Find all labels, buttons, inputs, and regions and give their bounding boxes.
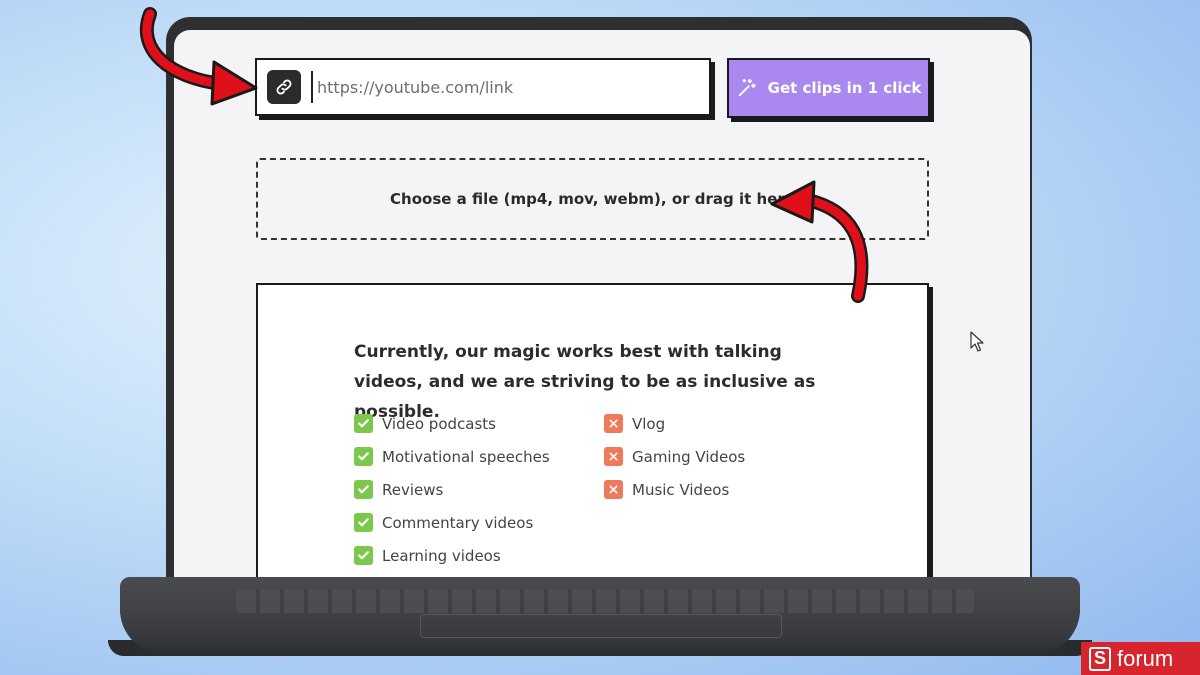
file-dropzone[interactable]: Choose a file (mp4, mov, webm), or drag … xyxy=(256,158,929,240)
laptop-keyboard-front xyxy=(236,589,974,613)
list-item-label: Commentary videos xyxy=(382,513,534,532)
list-item-label: Gaming Videos xyxy=(632,447,746,466)
check-icon xyxy=(354,480,373,499)
x-icon xyxy=(604,414,623,433)
list-item-label: Video podcasts xyxy=(382,414,496,433)
list-item-label: Reviews xyxy=(382,480,444,499)
brand-text: forum xyxy=(1117,645,1174,671)
check-icon xyxy=(354,513,373,532)
get-clips-label: Get clips in 1 click xyxy=(767,79,922,97)
list-item-label: Learning videos xyxy=(382,546,501,565)
link-icon xyxy=(267,70,301,104)
dropzone-label: Choose a file (mp4, mov, webm), or drag … xyxy=(390,190,795,208)
list-item: Vlog xyxy=(604,407,745,440)
check-icon xyxy=(354,546,373,565)
list-item: Reviews xyxy=(354,473,550,506)
list-item-label: Vlog xyxy=(632,414,666,433)
list-item-label: Music Videos xyxy=(632,480,730,499)
unsupported-list: Vlog Gaming Videos Music Videos xyxy=(604,407,745,506)
list-item: Learning videos xyxy=(354,539,550,572)
list-item: Commentary videos xyxy=(354,506,550,539)
list-item-label: Motivational speeches xyxy=(382,447,550,466)
list-item: Video podcasts xyxy=(354,407,550,440)
info-card: Currently, our magic works best with tal… xyxy=(256,283,929,603)
check-icon xyxy=(354,447,373,466)
check-icon xyxy=(354,414,373,433)
mouse-cursor-icon xyxy=(970,331,984,352)
laptop-trackpad-front xyxy=(420,614,782,638)
x-icon xyxy=(604,447,623,466)
brand-logo: S xyxy=(1089,646,1111,671)
x-icon xyxy=(604,480,623,499)
get-clips-button[interactable]: Get clips in 1 click xyxy=(727,58,930,118)
list-item: Music Videos xyxy=(604,473,745,506)
magic-wand-icon xyxy=(738,78,756,97)
list-item: Motivational speeches xyxy=(354,440,550,473)
list-item: Gaming Videos xyxy=(604,440,745,473)
forum-badge: S forum xyxy=(1081,642,1200,675)
supported-list: Video podcasts Motivational speeches Rev… xyxy=(354,407,550,572)
url-input-box[interactable] xyxy=(255,58,711,116)
url-input[interactable] xyxy=(311,71,699,103)
